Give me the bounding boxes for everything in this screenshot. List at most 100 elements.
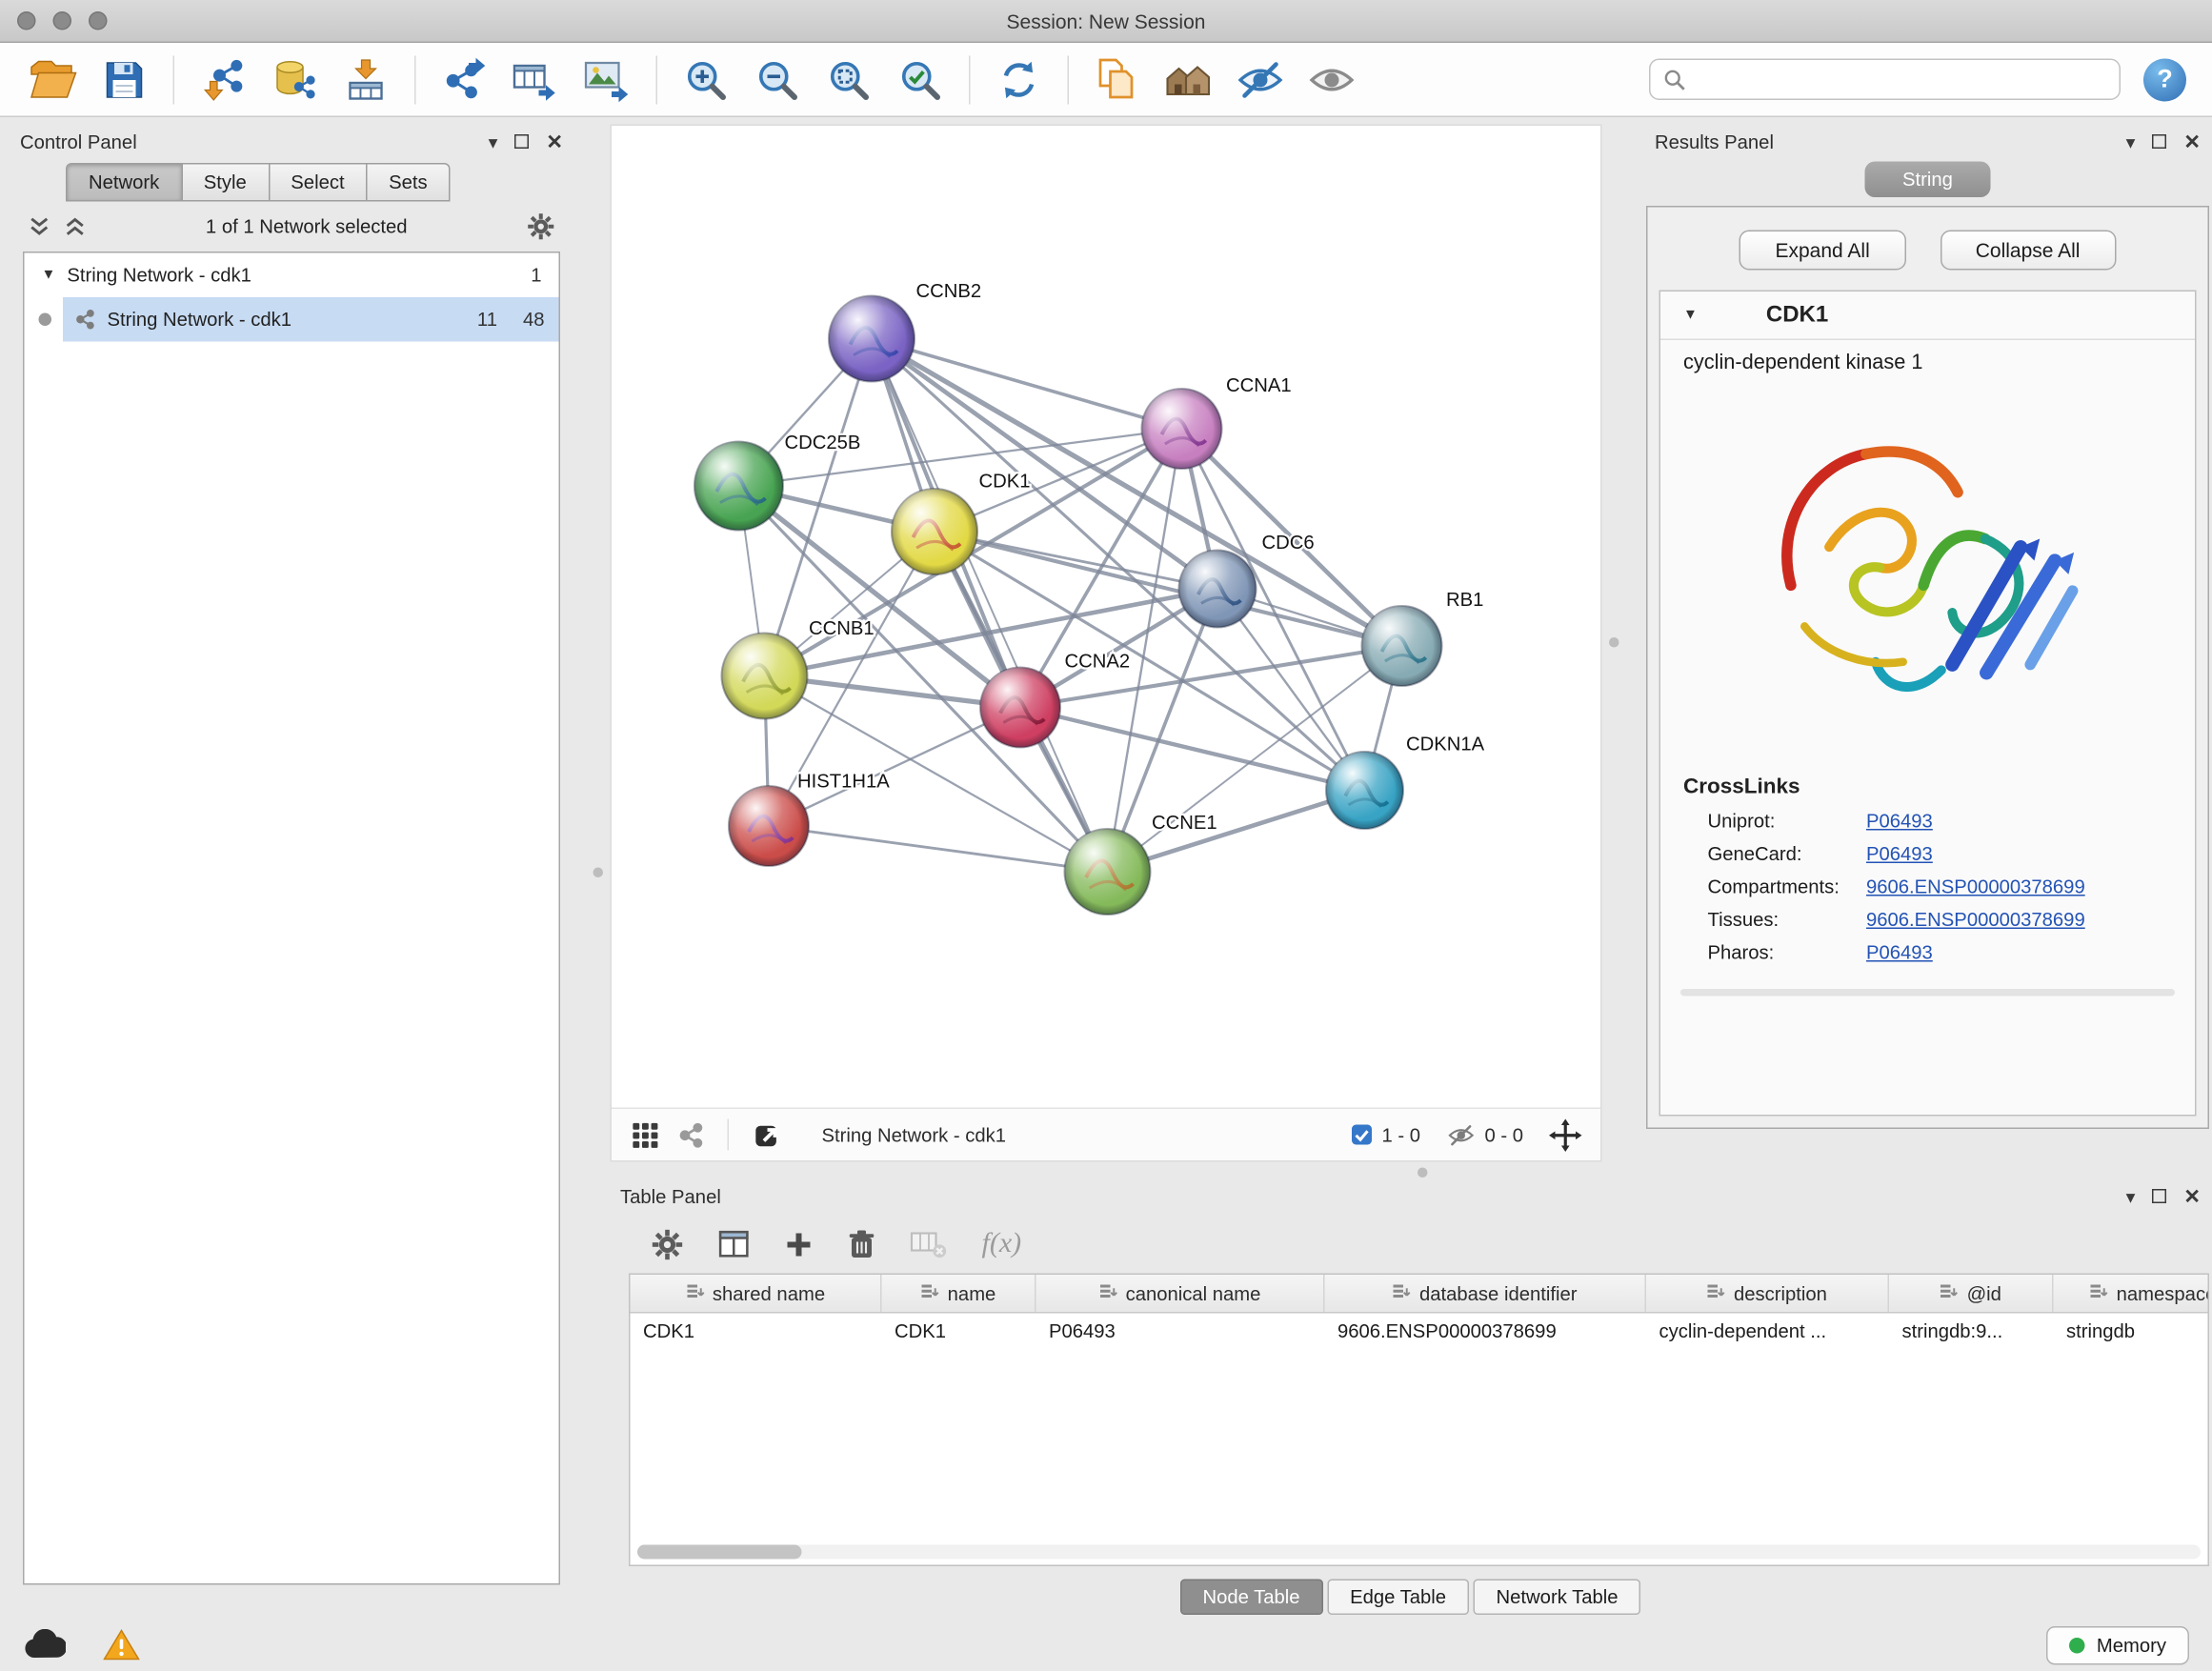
network-edge[interactable] bbox=[769, 826, 1108, 872]
table-row[interactable]: CDK1CDK1P064939606.ENSP00000378699cyclin… bbox=[631, 1314, 2208, 1353]
network-graph[interactable]: CCNB2CCNA1CDC25BCDK1CDC6RB1CCNB1CCNA2CDK… bbox=[612, 126, 1600, 1108]
import-network-file-button[interactable] bbox=[188, 47, 259, 112]
hidden-elements-indicator[interactable]: 0 - 0 bbox=[1446, 1122, 1523, 1147]
crosslink-value-link[interactable]: P06493 bbox=[1866, 811, 1933, 833]
network-node-CDKN1A[interactable] bbox=[1326, 752, 1403, 829]
table-cell-shared-name[interactable]: CDK1 bbox=[631, 1314, 882, 1353]
splitter-handle[interactable] bbox=[1418, 1168, 1428, 1178]
network-node-CCNA2[interactable] bbox=[980, 668, 1060, 748]
apply-layout-button[interactable] bbox=[983, 47, 1055, 112]
network-node-CCNB1[interactable] bbox=[722, 634, 808, 719]
network-node-CCNA1[interactable] bbox=[1142, 389, 1222, 469]
column-header-database-identifier[interactable]: database identifier bbox=[1325, 1275, 1647, 1312]
panel-maximize-button[interactable] bbox=[514, 134, 529, 149]
open-in-new-window-icon[interactable] bbox=[752, 1118, 785, 1152]
column-header-shared-name[interactable]: shared name bbox=[631, 1275, 882, 1312]
network-node-RB1[interactable] bbox=[1362, 606, 1442, 686]
tab-string[interactable]: String bbox=[1865, 162, 1990, 198]
table-cell-id[interactable]: stringdb:9... bbox=[1889, 1314, 2054, 1353]
add-column-plus-icon[interactable] bbox=[785, 1230, 814, 1258]
table-cell-name[interactable]: CDK1 bbox=[882, 1314, 1036, 1353]
column-header-description[interactable]: description bbox=[1646, 1275, 1889, 1312]
column-header-canonical-name[interactable]: canonical name bbox=[1036, 1275, 1325, 1312]
zoom-fit-button[interactable] bbox=[814, 47, 885, 112]
results-scrollbar[interactable] bbox=[1680, 989, 2175, 997]
export-table-button[interactable] bbox=[500, 47, 572, 112]
crosslink-value-link[interactable]: 9606.ENSP00000378699 bbox=[1866, 909, 2085, 931]
network-node-CDC25B[interactable] bbox=[694, 442, 783, 531]
zoom-selected-button[interactable] bbox=[885, 47, 956, 112]
panel-float-button[interactable]: ▾ bbox=[2126, 132, 2136, 151]
pan-crosshair-icon[interactable] bbox=[1549, 1118, 1582, 1152]
table-horizontal-scrollbar[interactable] bbox=[637, 1545, 2201, 1560]
expand-all-icon[interactable] bbox=[65, 216, 87, 238]
tab-sets[interactable]: Sets bbox=[368, 163, 451, 202]
collapse-all-icon[interactable] bbox=[29, 216, 50, 238]
panel-close-button[interactable]: ✕ bbox=[2183, 131, 2201, 151]
network-row[interactable]: String Network - cdk1 11 48 bbox=[25, 297, 559, 342]
gene-collapse-caret-icon[interactable]: ▼ bbox=[1683, 308, 1698, 324]
duplicate-network-button[interactable] bbox=[1082, 47, 1154, 112]
network-edge[interactable] bbox=[872, 339, 1182, 430]
warning-icon[interactable] bbox=[103, 1629, 140, 1661]
splitter-handle[interactable] bbox=[593, 868, 604, 878]
cloud-status-icon[interactable] bbox=[23, 1629, 66, 1661]
selected-nodes-indicator[interactable]: 1 - 0 bbox=[1350, 1123, 1420, 1146]
birdseye-grid-icon[interactable] bbox=[631, 1119, 661, 1150]
network-edge[interactable] bbox=[872, 339, 1108, 873]
crosslink-value-link[interactable]: P06493 bbox=[1866, 942, 1933, 964]
zoom-window-button[interactable] bbox=[89, 11, 108, 30]
save-session-button[interactable] bbox=[89, 47, 160, 112]
table-cell-canonical-name[interactable]: P06493 bbox=[1036, 1314, 1325, 1353]
minimize-window-button[interactable] bbox=[53, 11, 72, 30]
zoom-out-button[interactable] bbox=[742, 47, 814, 112]
network-canvas[interactable]: CCNB2CCNA1CDC25BCDK1CDC6RB1CCNB1CCNA2CDK… bbox=[612, 126, 1600, 1108]
panel-float-button[interactable]: ▾ bbox=[489, 132, 498, 151]
expand-all-button[interactable]: Expand All bbox=[1739, 231, 1905, 271]
delete-column-trash-icon[interactable] bbox=[848, 1228, 876, 1259]
show-all-button[interactable] bbox=[1297, 47, 1368, 112]
panel-maximize-button[interactable] bbox=[2152, 1189, 2166, 1203]
export-image-button[interactable] bbox=[572, 47, 643, 112]
function-builder-button[interactable]: f(x) bbox=[982, 1228, 1022, 1261]
tab-network[interactable]: Network bbox=[66, 163, 182, 202]
scrollbar-thumb[interactable] bbox=[637, 1545, 802, 1560]
panel-close-button[interactable]: ✕ bbox=[546, 131, 563, 151]
network-row-selected[interactable]: String Network - cdk1 11 48 bbox=[63, 297, 559, 342]
gene-section-header[interactable]: ▼ CDK1 bbox=[1660, 292, 2195, 340]
network-options-gear-icon[interactable] bbox=[528, 213, 555, 241]
table-cell-database-identifier[interactable]: 9606.ENSP00000378699 bbox=[1325, 1314, 1647, 1353]
help-button[interactable]: ? bbox=[2143, 58, 2186, 101]
show-columns-icon[interactable] bbox=[717, 1228, 751, 1261]
column-header-id[interactable]: @id bbox=[1889, 1275, 2054, 1312]
collapse-all-button[interactable]: Collapse All bbox=[1940, 231, 2116, 271]
export-network-button[interactable] bbox=[429, 47, 500, 112]
crosslink-value-link[interactable]: P06493 bbox=[1866, 843, 1933, 865]
table-settings-gear-icon[interactable] bbox=[652, 1228, 683, 1259]
network-node-CDC6[interactable] bbox=[1179, 551, 1257, 628]
first-neighbors-button[interactable] bbox=[1154, 47, 1225, 112]
close-window-button[interactable] bbox=[17, 11, 36, 30]
network-node-HIST1H1A[interactable] bbox=[729, 786, 809, 866]
splitter-handle[interactable] bbox=[1609, 637, 1619, 648]
tab-node-table[interactable]: Node Table bbox=[1179, 1580, 1322, 1616]
memory-button[interactable]: Memory bbox=[2046, 1626, 2189, 1665]
panel-close-button[interactable]: ✕ bbox=[2183, 1186, 2201, 1206]
import-table-button[interactable] bbox=[331, 47, 402, 112]
network-node-CCNE1[interactable] bbox=[1065, 829, 1151, 915]
network-node-CCNB2[interactable] bbox=[829, 296, 915, 382]
column-header-namespace[interactable]: namespace bbox=[2054, 1275, 2210, 1312]
hide-selected-button[interactable] bbox=[1225, 47, 1297, 112]
tab-select[interactable]: Select bbox=[270, 163, 368, 202]
delete-table-icon[interactable] bbox=[911, 1230, 948, 1258]
search-input[interactable] bbox=[1695, 69, 2106, 91]
search-box[interactable] bbox=[1649, 59, 2121, 101]
tab-edge-table[interactable]: Edge Table bbox=[1327, 1580, 1469, 1616]
panel-maximize-button[interactable] bbox=[2152, 134, 2166, 149]
network-collection-row[interactable]: ▼ String Network - cdk1 1 bbox=[25, 253, 559, 298]
tab-network-table[interactable]: Network Table bbox=[1474, 1580, 1641, 1616]
table-cell-description[interactable]: cyclin-dependent ... bbox=[1646, 1314, 1889, 1353]
tree-expand-caret-icon[interactable]: ▼ bbox=[42, 268, 56, 284]
zoom-in-button[interactable] bbox=[671, 47, 742, 112]
import-network-database-button[interactable] bbox=[259, 47, 331, 112]
